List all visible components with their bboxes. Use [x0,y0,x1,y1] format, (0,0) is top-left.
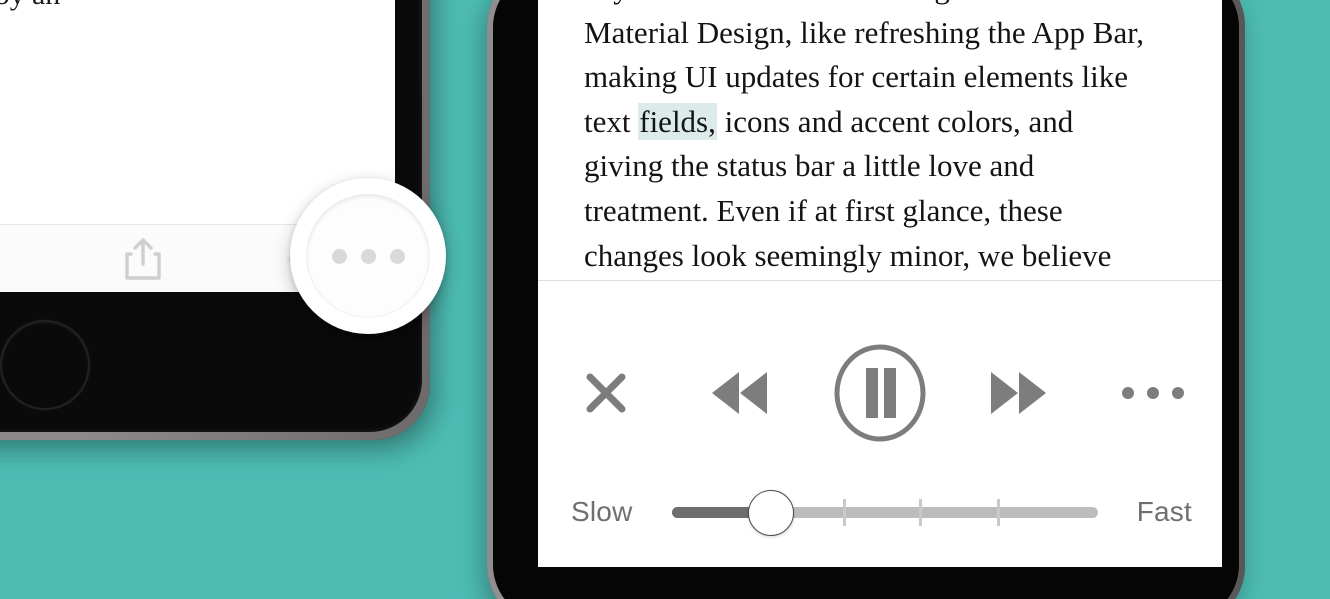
spotlight-dot-1 [331,248,347,264]
fast-forward-icon [988,370,1048,416]
slider-tick-1 [843,499,846,526]
right-article-line-1: any elements we felt as being essential … [538,0,1222,11]
pause-button[interactable] [833,343,927,443]
more-dot-3 [1172,387,1184,399]
speed-slider[interactable] [672,490,1098,536]
spotlight-dot-3 [389,248,405,264]
more-horizontal-icon [1122,387,1184,399]
share-icon [124,237,161,281]
spotlight-dot-2 [360,248,376,264]
highlighted-phrase[interactable]: fields, [638,102,717,140]
more-dot-2 [1147,387,1159,399]
spotlight-inner-circle [306,194,430,318]
left-article-line-7: to life every year, each by an [0,0,395,11]
slider-tick-2 [919,499,922,526]
more-dot-1 [1122,387,1134,399]
fast-forward-button[interactable] [988,370,1048,416]
share-button[interactable] [59,225,227,292]
left-article-text: one night only. But the structure, at ne… [0,0,395,11]
right-line4-pre: text [584,103,639,139]
right-article-line-4: text fields, icons and accent colors, an… [538,100,1222,145]
right-article-line-7: changes look seemingly minor, we believe [584,237,1112,273]
right-article-line-2: Material Design, like refreshing the App… [584,14,1145,50]
right-line4-post: icons and accent colors, and [716,103,1074,139]
more-button[interactable] [1122,387,1184,399]
right-article-line-5: giving the status bar a little love and [584,148,1035,184]
spotlight-more-options-magnifier[interactable] [290,178,446,334]
right-article-line-3: making UI updates for certain elements l… [584,59,1129,95]
right-article-line-6: treatment. Even if at first glance, thes… [584,192,1063,228]
slider-tick-3 [997,499,1000,526]
right-article-text: any elements we felt as being essential … [538,0,1222,280]
left-phone-home-button[interactable] [0,320,90,410]
favorite-button[interactable] [0,225,59,292]
rewind-icon [710,370,770,416]
fast-label: Fast [1136,496,1192,527]
slow-label: Slow [571,496,633,527]
controls-divider [538,280,1222,281]
slider-thumb[interactable] [748,490,794,536]
close-button[interactable] [586,373,626,413]
rewind-button[interactable] [710,370,770,416]
screenshot-canvas: one night only. But the structure, at ne… [0,0,1330,599]
pause-icon [833,343,927,443]
speed-slider-row: Slow Fast [538,480,1222,544]
close-icon [586,373,626,413]
